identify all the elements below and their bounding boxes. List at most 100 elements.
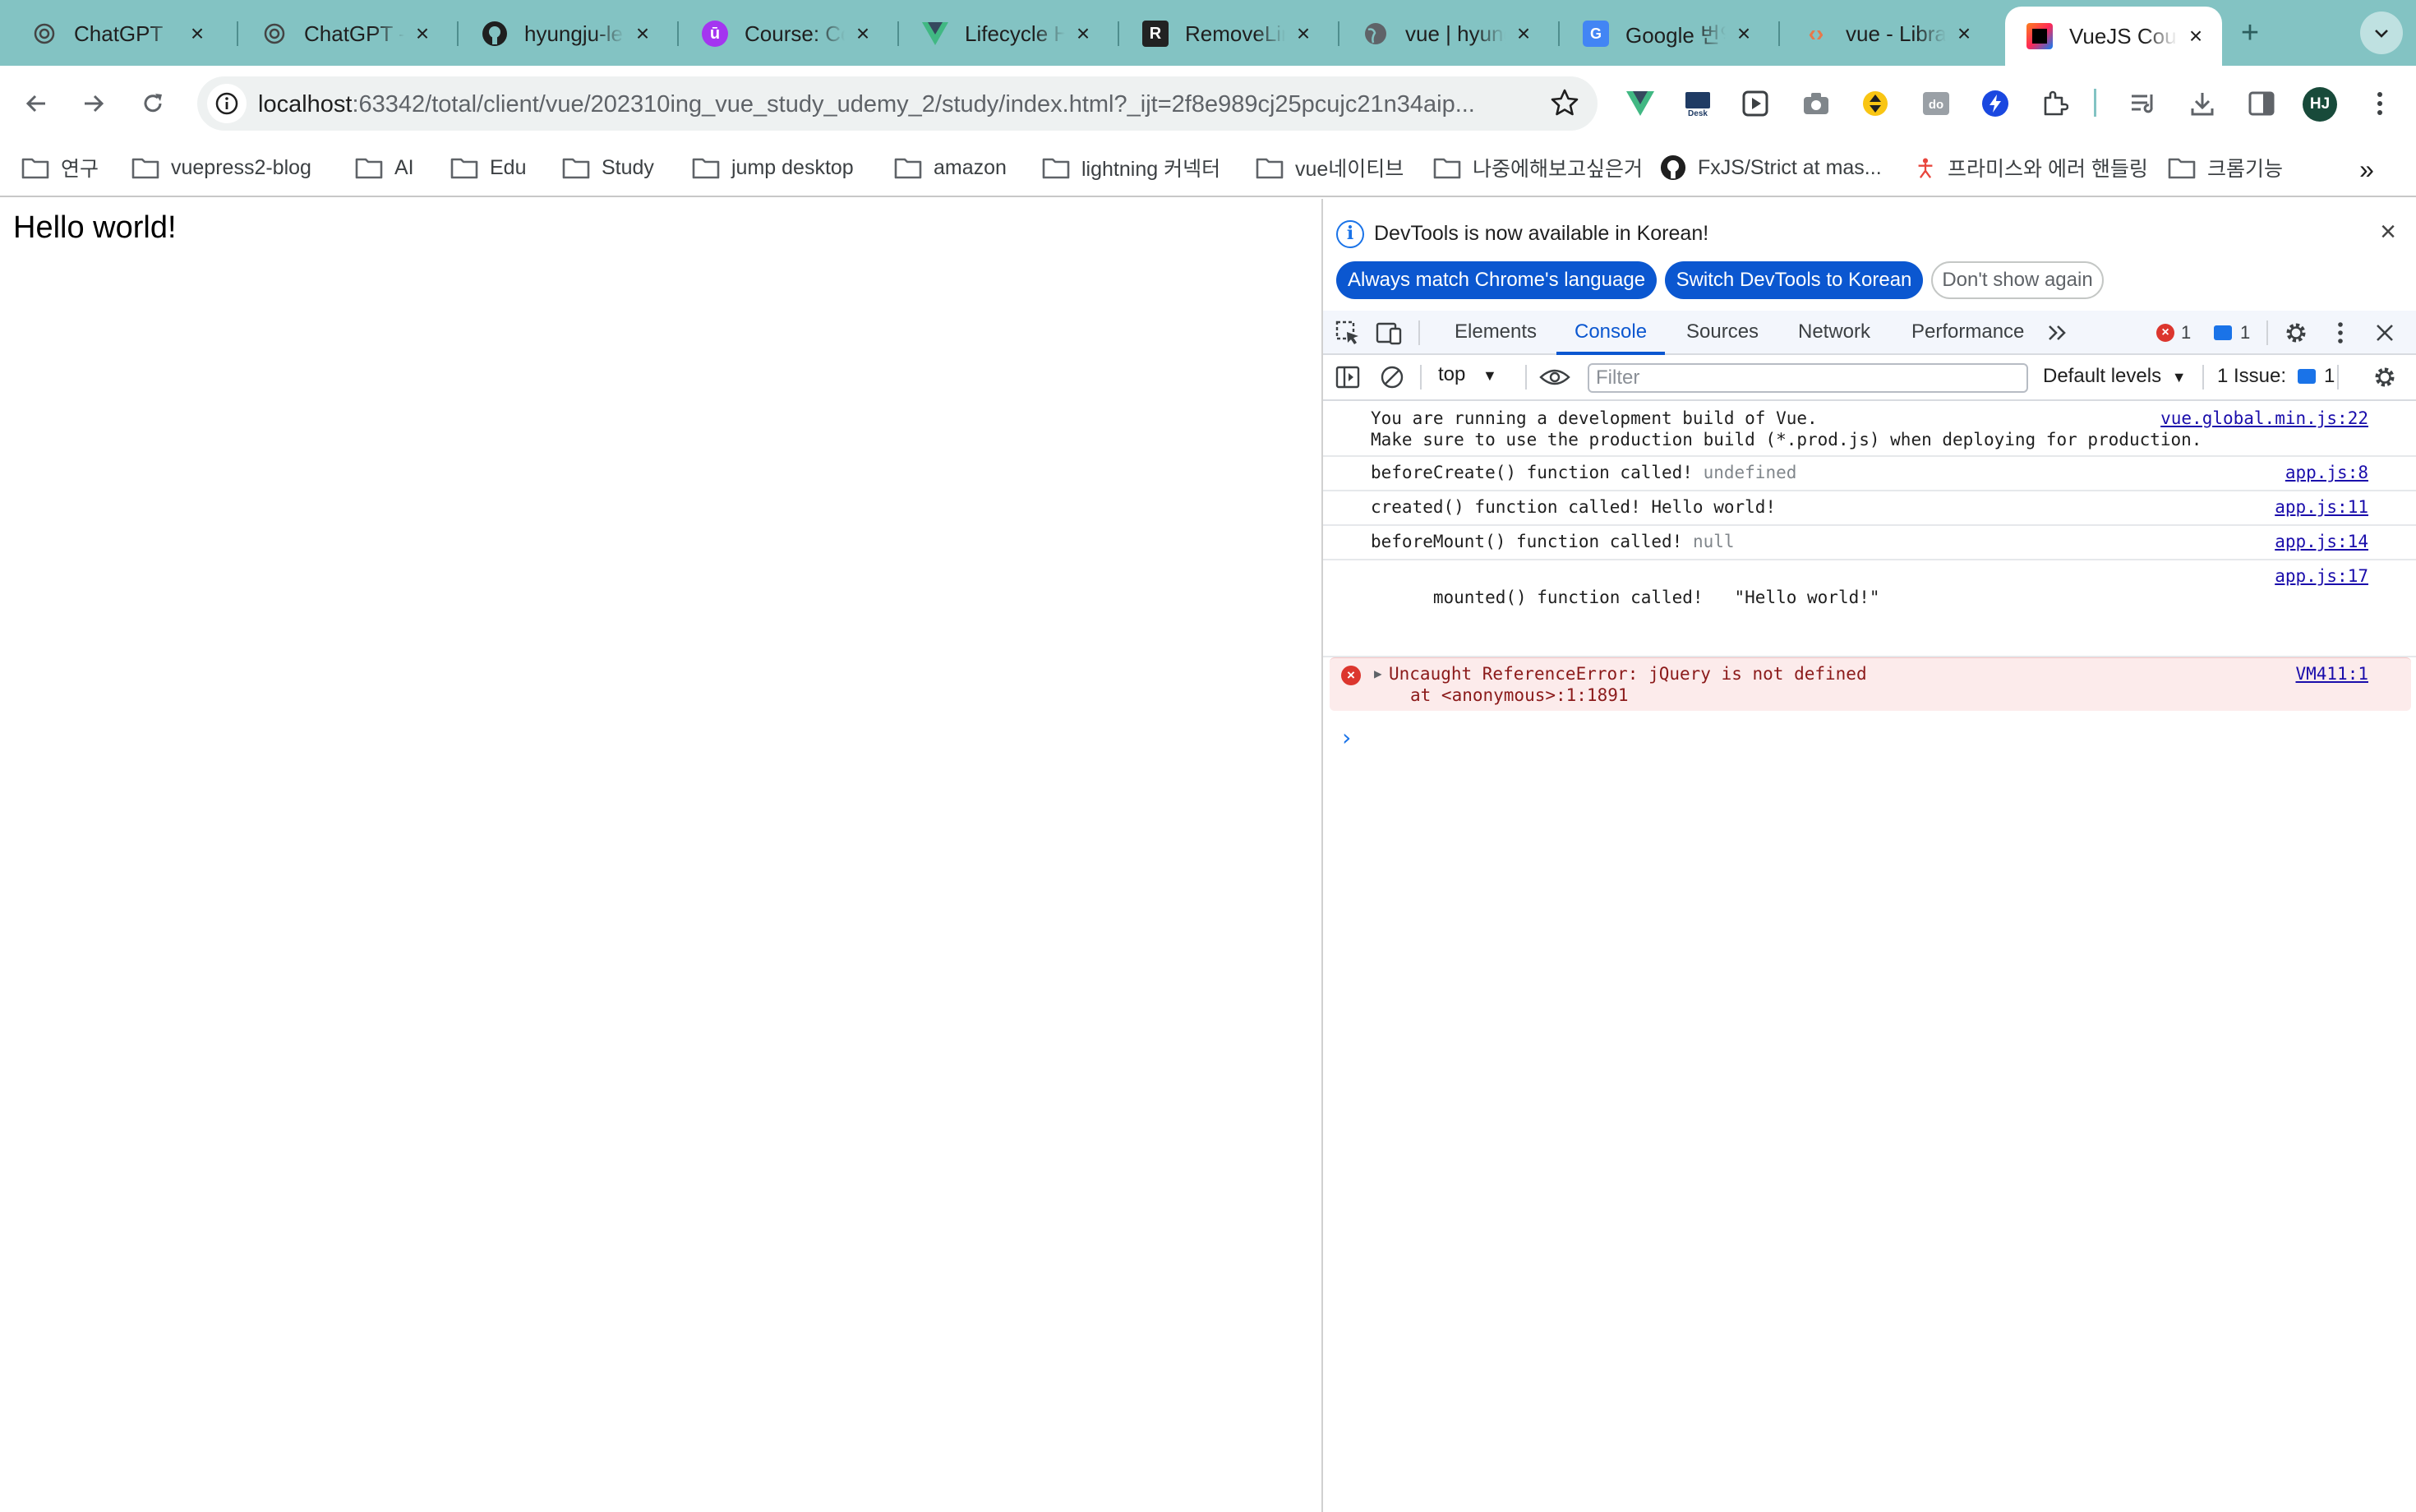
tab-sources[interactable]: Sources	[1686, 311, 1759, 353]
expand-triangle-icon[interactable]: ▶	[1374, 663, 1382, 685]
do-extension-icon[interactable]: do	[1916, 84, 1956, 123]
menu-kebab-icon[interactable]	[2360, 84, 2400, 123]
bolt-extension-icon[interactable]	[1976, 84, 2015, 123]
tab-separator	[677, 21, 679, 46]
tab-separator	[457, 21, 459, 46]
tab-search-button[interactable]	[2360, 12, 2403, 54]
source-link[interactable]: vue.global.min.js:22	[2160, 408, 2368, 429]
bookmark-folder[interactable]: 크롬기능	[2168, 151, 2283, 184]
source-link[interactable]: app.js:17	[2275, 565, 2368, 587]
bookmark-folder[interactable]: 나중에해보고싶은거	[1433, 151, 1643, 184]
filter-input[interactable]	[1588, 363, 2028, 393]
profile-avatar[interactable]: HJ	[2303, 87, 2337, 122]
reload-button[interactable]	[131, 82, 174, 125]
bookmark-link[interactable]: 프라미스와 에러 핸들링	[1915, 151, 2148, 184]
browser-tab[interactable]: G Google 번역 ×	[1561, 8, 1770, 59]
close-icon[interactable]: ×	[2373, 217, 2403, 247]
close-icon[interactable]: ×	[186, 22, 209, 45]
reading-list-icon[interactable]	[2123, 84, 2163, 123]
browser-tab[interactable]: hyungju-le ×	[460, 8, 669, 59]
url-text[interactable]: localhost:63342/total/client/vue/202310i…	[258, 91, 1475, 118]
tab-console[interactable]: Console	[1556, 311, 1666, 355]
toolbar-divider	[1418, 320, 1420, 345]
bookmark-folder[interactable]: lightning 커넥터	[1042, 151, 1220, 184]
bookmark-folder[interactable]: 연구	[21, 151, 99, 184]
match-language-button[interactable]: Always match Chrome's language	[1336, 261, 1657, 299]
site-info-icon[interactable]	[207, 84, 247, 123]
console-text: beforeCreate() function called!	[1371, 463, 1693, 482]
new-tab-button[interactable]: +	[2232, 15, 2268, 51]
close-icon[interactable]: ×	[851, 22, 874, 45]
tab-network[interactable]: Network	[1798, 311, 1870, 353]
issues-counter[interactable]: 1 Issue: 1	[2217, 365, 2335, 388]
console-settings-gear-icon[interactable]	[2372, 365, 2398, 390]
screenshot-camera-icon[interactable]	[1796, 84, 1836, 123]
source-link[interactable]: app.js:8	[2285, 462, 2368, 483]
bookmark-label: FxJS/Strict at mas...	[1698, 155, 1882, 179]
close-icon[interactable]: ×	[2184, 25, 2207, 48]
sort-arrows-icon[interactable]	[1856, 84, 1895, 123]
close-devtools-icon[interactable]	[2372, 320, 2398, 345]
forward-button[interactable]	[72, 82, 115, 125]
close-icon[interactable]: ×	[1953, 22, 1976, 45]
gear-icon[interactable]	[2283, 320, 2309, 345]
bookmark-folder[interactable]: Study	[562, 151, 654, 184]
context-selector[interactable]: top ▼	[1438, 363, 1497, 386]
tab-elements[interactable]: Elements	[1455, 311, 1537, 353]
extensions-puzzle-icon[interactable]	[2035, 84, 2074, 123]
bookmark-folder[interactable]: vuepress2-blog	[131, 151, 311, 184]
bookmark-folder[interactable]: amazon	[894, 151, 1007, 184]
sidebar-toggle-icon[interactable]	[1335, 365, 1361, 390]
dont-show-again-button[interactable]: Don't show again	[1931, 261, 2104, 299]
close-icon[interactable]: ×	[1732, 22, 1755, 45]
bookmark-folder[interactable]: AI	[355, 151, 414, 184]
more-options-icon[interactable]	[2327, 320, 2354, 345]
browser-tab-active[interactable]: VueJS Cou ×	[2005, 7, 2222, 66]
browser-tab[interactable]: ChatGPT ×	[10, 8, 224, 59]
side-panel-icon[interactable]	[2242, 84, 2281, 123]
source-link[interactable]: VM411:1	[2295, 663, 2368, 685]
close-icon[interactable]: ×	[1072, 22, 1095, 45]
tab-performance[interactable]: Performance	[1911, 311, 2024, 353]
switch-korean-button[interactable]: Switch DevTools to Korean	[1665, 261, 1923, 299]
language-infobar: i DevTools is now available in Korean! ×…	[1323, 199, 2416, 311]
bookmark-star-icon[interactable]	[1550, 88, 1579, 118]
toolbar-divider	[2337, 365, 2339, 390]
live-expression-eye-icon[interactable]	[1538, 365, 1571, 390]
device-toolbar-icon[interactable]	[1376, 320, 1402, 345]
browser-tab[interactable]: R RemoveLin ×	[1121, 8, 1330, 59]
error-count-badge[interactable]: × 1	[2156, 320, 2191, 345]
close-icon[interactable]: ×	[1292, 22, 1315, 45]
browser-tab[interactable]: ‹› vue - Libra ×	[1782, 8, 1990, 59]
log-levels-dropdown[interactable]: Default levels ▼	[2043, 365, 2187, 388]
source-link[interactable]: app.js:11	[2275, 496, 2368, 518]
bookmark-folder[interactable]: vue네이티브	[1256, 151, 1404, 184]
media-player-icon[interactable]	[1736, 84, 1775, 123]
console-value: undefined	[1703, 463, 1797, 482]
inspect-element-icon[interactable]	[1335, 320, 1361, 345]
download-icon[interactable]	[2183, 84, 2222, 123]
bookmark-folder[interactable]: jump desktop	[692, 151, 854, 184]
bookmark-link[interactable]: FxJS/Strict at mas...	[1660, 151, 1882, 184]
message-count-badge[interactable]: 1	[2214, 320, 2250, 345]
clear-console-icon[interactable]	[1379, 365, 1405, 390]
back-button[interactable]	[15, 82, 58, 125]
url-path: :63342/total/client/vue/202310ing_vue_st…	[352, 91, 1475, 118]
browser-tab[interactable]: ChatGPT - ×	[240, 8, 449, 59]
tab-separator	[1778, 21, 1780, 46]
vue-devtools-icon[interactable]	[1621, 84, 1660, 123]
close-icon[interactable]: ×	[1512, 22, 1535, 45]
more-tabs-icon[interactable]	[2045, 320, 2071, 345]
console-prompt[interactable]: ›	[1323, 711, 2416, 751]
source-link[interactable]: app.js:14	[2275, 531, 2368, 552]
bookmark-folder[interactable]: Edu	[450, 151, 526, 184]
close-icon[interactable]: ×	[411, 22, 434, 45]
browser-tab[interactable]: Lifecycle H ×	[901, 8, 1109, 59]
address-bar[interactable]: localhost:63342/total/client/vue/202310i…	[197, 76, 1598, 131]
browser-tab[interactable]: ū Course: Co ×	[680, 8, 889, 59]
browser-tab[interactable]: vue | hyung ×	[1341, 8, 1550, 59]
close-icon[interactable]: ×	[631, 22, 654, 45]
console-text: created() function called! Hello world!	[1371, 497, 1777, 517]
jump-desk-icon[interactable]: Desk	[1678, 84, 1717, 123]
more-bookmarks-button[interactable]: »	[2350, 153, 2383, 186]
